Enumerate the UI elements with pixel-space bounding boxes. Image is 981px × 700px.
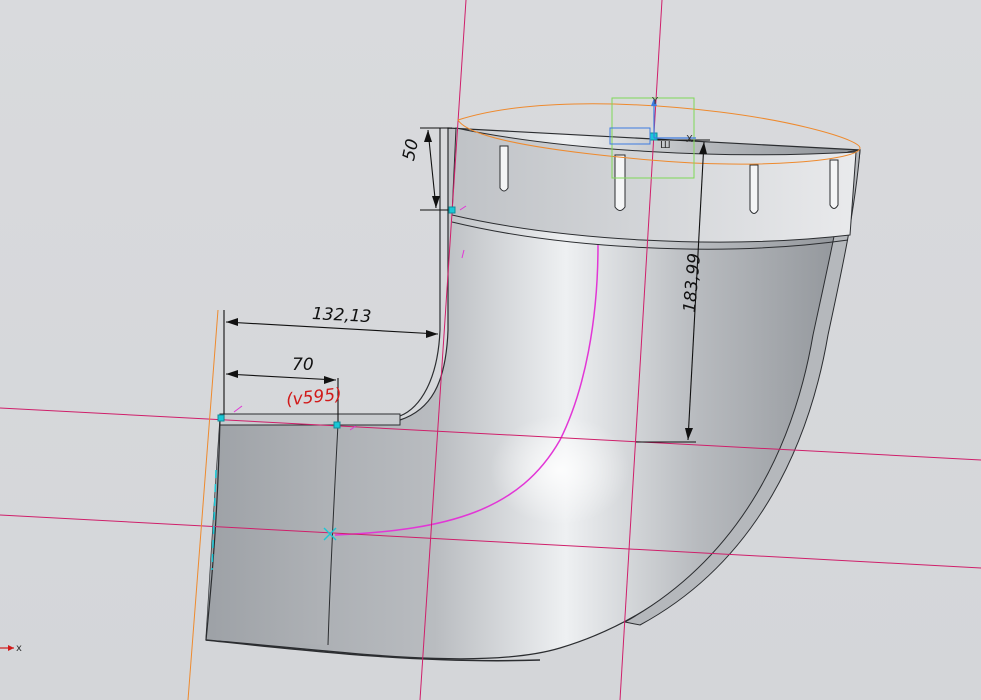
- elbow-highlight: [490, 415, 630, 525]
- triad-y-label: Y: [651, 96, 659, 107]
- cad-3d-viewport[interactable]: 132,13 70 (v595) 50 183,99 Y X Ш x: [0, 0, 981, 700]
- left-tube-flange: [219, 413, 401, 426]
- triad-origin-label: Ш: [660, 140, 671, 151]
- dimension-132-label: 132,13: [311, 304, 371, 327]
- dimension-70-label: 70: [292, 355, 314, 375]
- corner-axis-x-label: x: [16, 643, 22, 654]
- triad-x-label: X: [686, 134, 693, 145]
